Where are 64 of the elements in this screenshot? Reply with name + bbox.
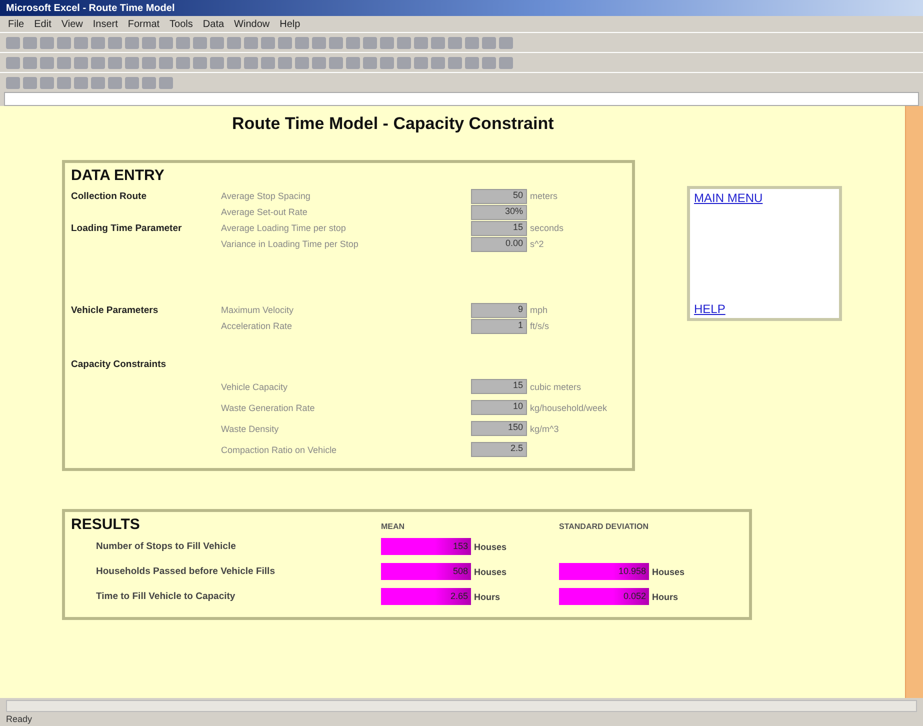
menu-item[interactable]: Data	[202, 18, 224, 30]
category-label: Capacity Constraints	[71, 358, 168, 370]
result-label: Number of Stops to Fill Vehicle	[96, 541, 237, 552]
output-cell: 2.65	[381, 588, 471, 605]
panel-title: RESULTS	[71, 516, 141, 533]
output-cell: 0.052	[559, 588, 649, 605]
input-field[interactable]: 150	[471, 421, 527, 436]
menu-item[interactable]: Tools	[170, 18, 193, 30]
field-label: Waste Density	[221, 424, 280, 434]
unit-label: kg/m^3	[529, 424, 560, 434]
input-field[interactable]: 2.5	[471, 442, 527, 457]
input-field[interactable]: 9	[471, 302, 527, 318]
column-header: MEAN	[381, 522, 406, 531]
category-label: Vehicle Parameters	[71, 304, 160, 316]
unit-label: Houses	[473, 566, 508, 576]
unit-label: meters	[529, 191, 559, 201]
status-text: Ready	[6, 714, 34, 724]
field-label: Average Loading Time per stop	[221, 223, 347, 233]
menu-item[interactable]: View	[61, 18, 83, 30]
field-label: Maximum Velocity	[221, 305, 295, 315]
field-label: Waste Generation Rate	[221, 402, 316, 412]
panel-title: DATA ENTRY	[71, 167, 166, 184]
unit-label: cubic meters	[529, 382, 582, 392]
unit-label: Houses	[651, 566, 686, 576]
menu-item[interactable]: Format	[128, 18, 160, 30]
menu-item[interactable]: Help	[280, 18, 300, 30]
field-label: Average Set-out Rate	[221, 207, 308, 217]
input-field[interactable]: 10	[471, 400, 527, 415]
field-label: Compaction Ratio on Vehicle	[221, 444, 338, 454]
input-field[interactable]: 30%	[471, 204, 527, 220]
input-field[interactable]: 15	[471, 220, 527, 236]
window-title: Microsoft Excel - Route Time Model	[0, 0, 923, 16]
unit-label: kg/household/week	[529, 402, 608, 412]
output-cell: 508	[381, 563, 471, 580]
result-label: Households Passed before Vehicle Fills	[96, 566, 276, 577]
link[interactable]: HELP	[694, 302, 835, 316]
field-label: Average Stop Spacing	[221, 191, 312, 201]
unit-label: Hours	[473, 592, 502, 602]
unit-label: Hours	[651, 592, 680, 602]
category-label: Collection Route	[71, 190, 148, 202]
input-field[interactable]: 1	[471, 318, 527, 334]
menu-item[interactable]: Edit	[34, 18, 52, 30]
field-label: Vehicle Capacity	[221, 382, 289, 392]
input-field[interactable]: 50	[471, 188, 527, 204]
unit-label: mph	[529, 305, 549, 315]
unit-label: s^2	[529, 239, 545, 249]
menu-item[interactable]: Window	[234, 18, 270, 30]
menu-item[interactable]: Insert	[92, 18, 118, 30]
output-cell: 153	[381, 538, 471, 555]
menu-item[interactable]: File	[8, 18, 24, 30]
output-cell: 10.958	[559, 563, 649, 580]
result-label: Time to Fill Vehicle to Capacity	[96, 591, 236, 602]
unit-label: seconds	[529, 223, 565, 233]
unit-label: Houses	[473, 542, 508, 552]
unit-label: ft/s/s	[529, 321, 550, 331]
formula-bar[interactable]	[4, 92, 919, 106]
input-field[interactable]: 15	[471, 379, 527, 394]
sheet-title: Route Time Model - Capacity Constraint	[231, 114, 555, 134]
link[interactable]: MAIN MENU	[694, 191, 835, 205]
field-label: Acceleration Rate	[221, 321, 294, 331]
input-field[interactable]: 0.00	[471, 236, 527, 252]
column-header: STANDARD DEVIATION	[559, 522, 650, 531]
category-label: Loading Time Parameter	[71, 222, 183, 234]
field-label: Variance in Loading Time per Stop	[221, 239, 360, 249]
